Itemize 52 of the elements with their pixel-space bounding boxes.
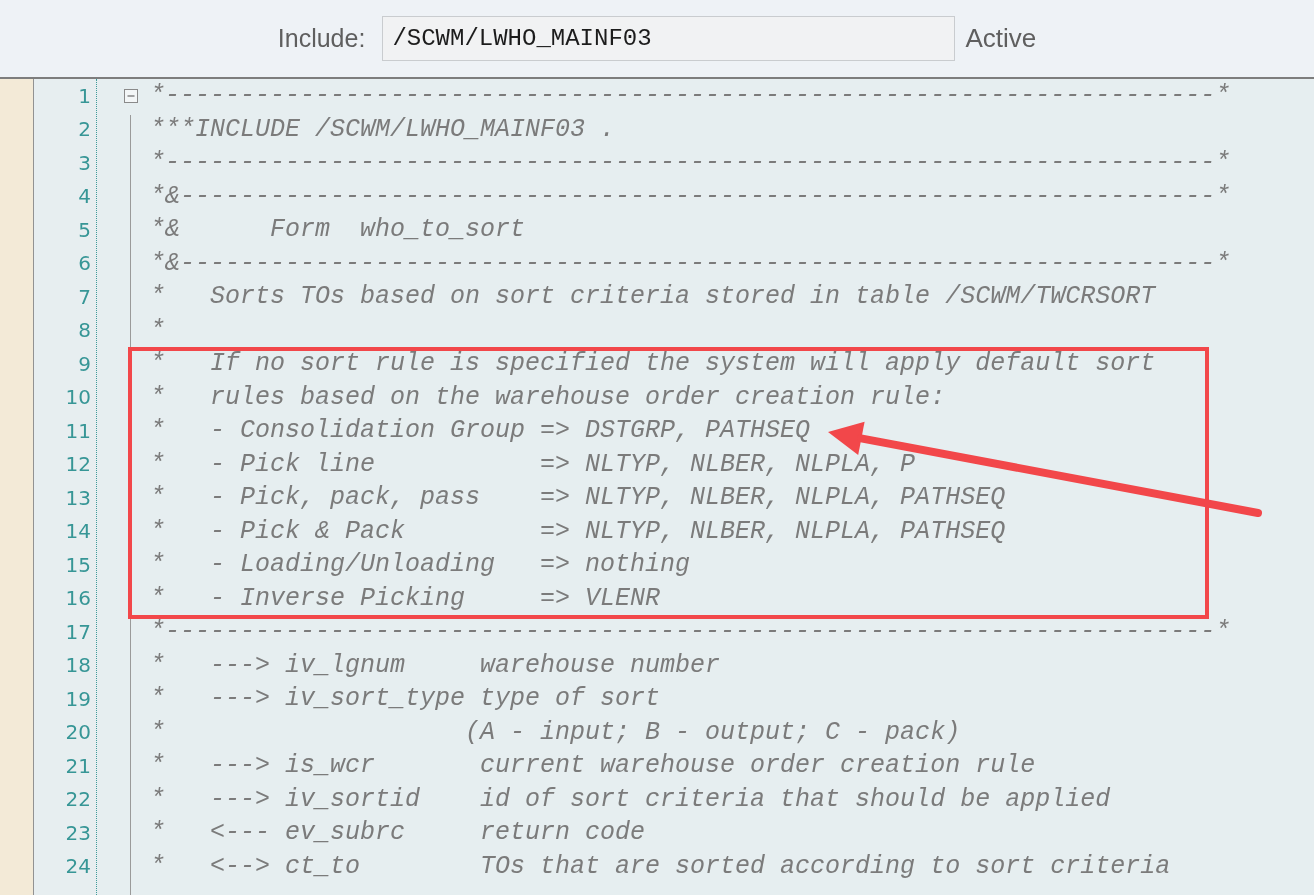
line-number: 20 xyxy=(65,722,91,743)
status-text: Active xyxy=(965,22,1037,55)
code-line: * - Loading/Unloading => nothing xyxy=(150,552,691,578)
line-number: 18 xyxy=(65,655,91,676)
code-line: *& Form who_to_sort xyxy=(150,217,526,243)
code-line: * If no sort rule is specified the system will apply default sort xyxy=(150,351,1156,377)
code-line: * - Pick, pack, pass => NLTYP, NLBER, NLPLA, PATHSEQ xyxy=(150,485,1006,511)
line-number: 4 xyxy=(78,186,91,207)
line-number: 11 xyxy=(65,420,91,441)
line-number: 8 xyxy=(78,320,91,341)
minus-icon[interactable] xyxy=(124,88,138,103)
code-line: *----------------------------------------------------------------------* xyxy=(150,150,1231,176)
code-line: * ---> iv_sortid id of sort criteria that should be applied xyxy=(150,786,1111,812)
include-field[interactable]: /SCWM/LWHO_MAINF03 xyxy=(382,16,956,61)
code-line: * - Inverse Picking => VLENR xyxy=(150,585,661,611)
line-number: 10 xyxy=(65,387,91,408)
line-number: 2 xyxy=(78,119,91,140)
line-number: 17 xyxy=(65,621,91,642)
line-number: 19 xyxy=(65,688,91,709)
line-number: 14 xyxy=(65,521,91,542)
code-line: *&---------------------------------------------------------------------* xyxy=(150,183,1231,209)
code-line: ***INCLUDE /SCWM/LWHO_MAINF03 . xyxy=(150,116,616,142)
code-line: * Sorts TOs based on sort criteria stored in table /SCWM/TWCRSORT xyxy=(150,284,1156,310)
code-line: *----------------------------------------------------------------------* xyxy=(150,619,1231,645)
code-line: *&---------------------------------------------------------------------* xyxy=(150,250,1231,276)
code-line: * ---> iv_sort_type type of sort xyxy=(150,686,661,712)
code-line: * (A - input; B - output; C - pack) xyxy=(150,719,961,745)
line-number: 24 xyxy=(65,856,91,877)
include-label: Include: xyxy=(277,22,366,54)
code-line: * <--- ev_subrc return code xyxy=(150,820,646,846)
line-number: 16 xyxy=(65,588,91,609)
line-number: 1 xyxy=(78,85,91,106)
line-number: 22 xyxy=(65,789,91,810)
code-line: * rules based on the warehouse order creation rule: xyxy=(150,384,946,410)
code-line: * ---> iv_lgnum warehouse number xyxy=(150,652,721,678)
code-line: * <--> ct_to TOs that are sorted according to sort criteria xyxy=(150,853,1171,879)
code-line: * ---> is_wcr current warehouse order creation rule xyxy=(150,753,1036,779)
line-number: 13 xyxy=(65,487,91,508)
line-number: 3 xyxy=(78,152,91,173)
line-number: 21 xyxy=(65,755,91,776)
line-number: 9 xyxy=(78,353,91,374)
line-number: 23 xyxy=(65,822,91,843)
code-line: * - Consolidation Group => DSTGRP, PATHSEQ xyxy=(150,418,811,444)
code-line: * - Pick line => NLTYP, NLBER, NLPLA, P xyxy=(150,451,916,477)
code-line: * xyxy=(150,317,165,343)
line-number: 7 xyxy=(78,286,91,307)
line-number: 6 xyxy=(78,253,91,274)
code-line: * - Pick & Pack => NLTYP, NLBER, NLPLA, PATHSEQ xyxy=(150,518,1006,544)
line-number: 15 xyxy=(65,554,91,575)
line-number: 12 xyxy=(65,454,91,475)
code-line: *----------------------------------------------------------------------* xyxy=(150,83,1231,109)
line-number: 5 xyxy=(78,219,91,240)
